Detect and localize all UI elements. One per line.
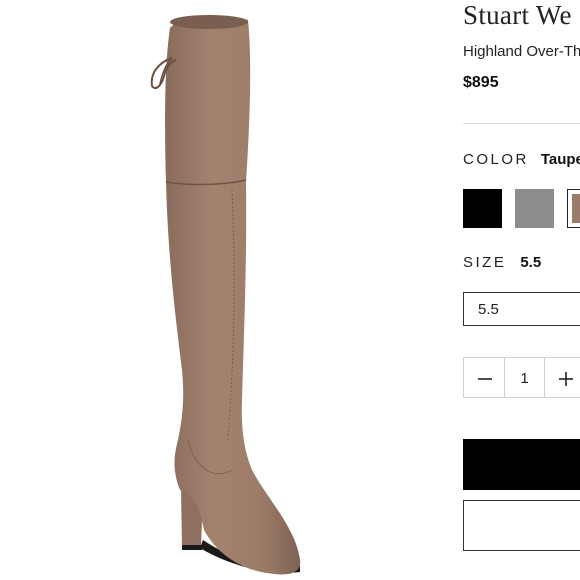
color-swatch-gray[interactable] bbox=[515, 189, 554, 228]
product-details-panel: Stuart We Highland Over-Th $895 COLOR Tau… bbox=[463, 0, 580, 580]
quantity-input[interactable]: 1 bbox=[504, 357, 545, 398]
product-image[interactable] bbox=[0, 0, 430, 580]
size-select-value: 5.5 bbox=[478, 301, 499, 318]
selected-size-value: 5.5 bbox=[520, 254, 542, 271]
color-swatch-black[interactable] bbox=[463, 189, 502, 228]
increment-button[interactable] bbox=[544, 357, 580, 398]
product-name: Highland Over-Th bbox=[463, 43, 580, 60]
boot-illustration bbox=[150, 15, 301, 575]
color-label: COLOR bbox=[463, 151, 529, 168]
brand-name[interactable]: Stuart We bbox=[463, 0, 572, 31]
plus-icon bbox=[559, 372, 573, 386]
size-label: SIZE bbox=[463, 254, 507, 271]
size-select[interactable]: 5.5 bbox=[463, 292, 580, 326]
swatch-fill bbox=[572, 194, 580, 223]
color-option-row: COLOR Taupe bbox=[463, 151, 580, 169]
color-swatch-taupe[interactable] bbox=[567, 189, 580, 228]
size-option-row: SIZE 5.5 bbox=[463, 254, 541, 272]
divider bbox=[463, 123, 580, 124]
quantity-value: 1 bbox=[520, 370, 529, 387]
secondary-action-button[interactable] bbox=[463, 500, 580, 551]
selected-color-value: Taupe bbox=[540, 151, 580, 168]
minus-icon bbox=[478, 378, 492, 380]
add-to-bag-button[interactable] bbox=[463, 439, 580, 490]
product-price: $895 bbox=[463, 74, 499, 91]
decrement-button[interactable] bbox=[463, 357, 505, 398]
